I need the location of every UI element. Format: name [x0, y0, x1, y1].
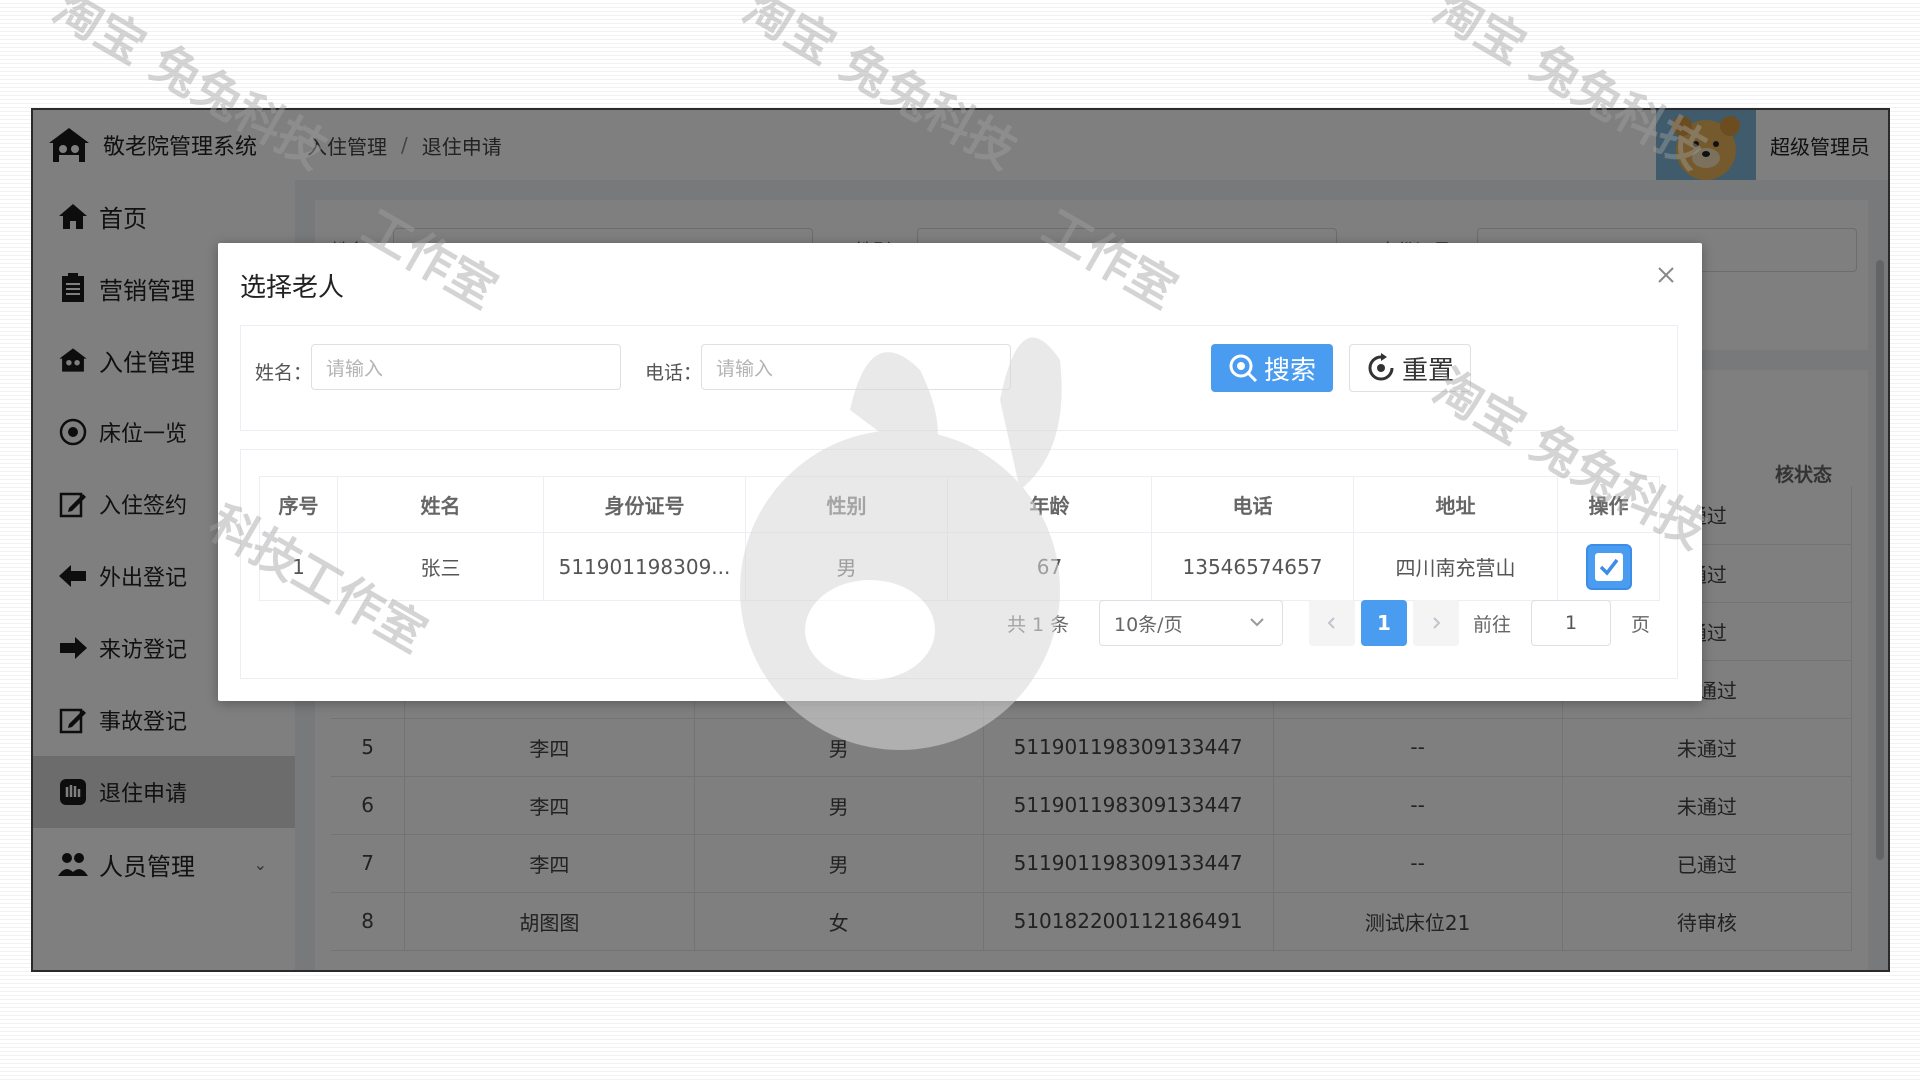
page-suffix: 页: [1631, 614, 1651, 636]
page-size-select[interactable]: 10条/页: [1099, 600, 1283, 646]
select-elder-dialog: 选择老人 姓名： 请输入 电话： 请输入 搜索 重置 序号 姓名 身份证号 性别…: [218, 243, 1702, 701]
cell-gender: 男: [745, 532, 948, 601]
cell-phone: 13546574657: [1151, 532, 1354, 601]
col-header-age: 年龄: [947, 476, 1152, 533]
pagination-total: 共 1 条: [1007, 614, 1070, 636]
close-icon[interactable]: [1654, 263, 1678, 287]
col-header-phone: 电话: [1151, 476, 1354, 533]
col-header-index: 序号: [259, 476, 338, 533]
cell-age: 67: [947, 532, 1152, 601]
dialog-search-form: 姓名： 请输入 电话： 请输入 搜索 重置: [240, 325, 1678, 431]
col-header-name: 姓名: [337, 476, 544, 533]
search-button-label: 搜索: [1263, 355, 1316, 386]
page-size-value: 10条/页: [1114, 613, 1183, 636]
next-page-button[interactable]: [1413, 600, 1459, 646]
table-header-row: 序号 姓名 身份证号 性别 年龄 电话 地址 操作: [259, 476, 1660, 533]
cell-index: 1: [259, 532, 338, 601]
dialog-table-card: 序号 姓名 身份证号 性别 年龄 电话 地址 操作 1 张三 511901198…: [240, 449, 1678, 679]
col-header-action: 操作: [1557, 476, 1660, 533]
cell-name: 张三: [337, 532, 544, 601]
chevron-right-icon: [1433, 617, 1441, 629]
reset-button[interactable]: 重置: [1349, 344, 1471, 392]
col-header-gender: 性别: [745, 476, 948, 533]
reset-button-label: 重置: [1401, 355, 1454, 386]
table-row[interactable]: 1 张三 511901198309... 男 67 13546574657 四川…: [259, 532, 1660, 601]
goto-label: 前往: [1473, 614, 1512, 636]
dialog-title: 选择老人: [240, 273, 345, 303]
goto-page-input[interactable]: 1: [1531, 600, 1611, 646]
checkbox-check-icon: [1594, 552, 1623, 581]
reset-icon: [1368, 353, 1394, 381]
name-label: 姓名：: [255, 362, 313, 384]
page-number-current[interactable]: 1: [1361, 600, 1407, 646]
phone-label: 电话：: [645, 362, 703, 384]
elder-table: 序号 姓名 身份证号 性别 年龄 电话 地址 操作 1 张三 511901198…: [259, 476, 1660, 601]
search-icon: [1229, 354, 1258, 383]
search-button[interactable]: 搜索: [1211, 344, 1333, 392]
cell-id: 511901198309...: [543, 532, 746, 601]
pagination: 共 1 条 10条/页 1 前往 1 页: [241, 598, 1677, 648]
phone-input[interactable]: 请输入: [701, 344, 1011, 390]
name-input[interactable]: 请输入: [311, 344, 621, 390]
cell-address: 四川南充营山: [1353, 532, 1558, 601]
col-header-id: 身份证号: [543, 476, 746, 533]
cell-action: [1557, 532, 1660, 601]
chevron-left-icon: [1327, 617, 1335, 629]
col-header-address: 地址: [1353, 476, 1558, 533]
prev-page-button[interactable]: [1309, 600, 1355, 646]
chevron-down-icon: [1250, 618, 1264, 627]
select-button[interactable]: [1585, 543, 1632, 590]
